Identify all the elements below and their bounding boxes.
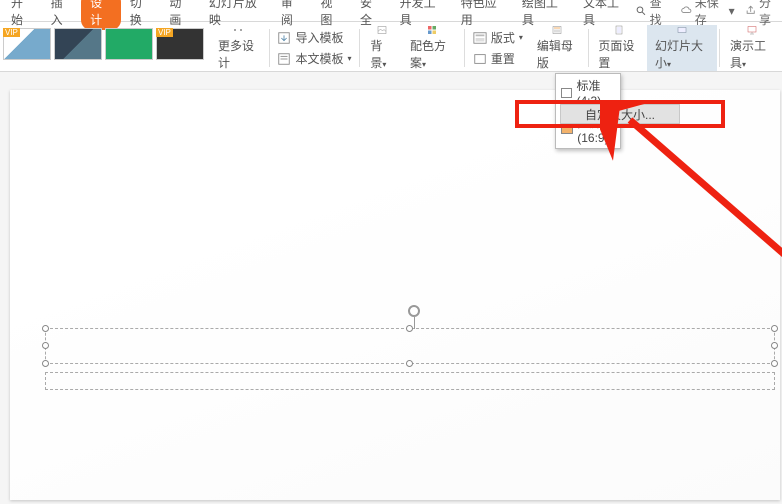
- present-icon: [743, 25, 761, 35]
- template-thumb-1[interactable]: [3, 28, 51, 60]
- layout-icon: [473, 31, 487, 45]
- share-button[interactable]: 分享: [745, 0, 780, 28]
- separator: [359, 29, 360, 67]
- reset-icon: [473, 52, 487, 66]
- reset-label: 重置: [491, 50, 515, 67]
- resize-handle[interactable]: [406, 325, 413, 332]
- edit-master-label: 编辑母版: [537, 37, 578, 71]
- resize-handle[interactable]: [42, 360, 49, 367]
- background-button[interactable]: 背景▾: [362, 25, 402, 71]
- layout-button[interactable]: 版式▾: [473, 29, 523, 46]
- template-thumb-2[interactable]: [54, 28, 102, 60]
- more-designs-label: 更多设计: [218, 37, 259, 71]
- annotation-arrow: [600, 100, 782, 260]
- menu-bar: 开始 插入 设计 切换 动画 幻灯片放映 审阅 视图 安全 开发工具 特色应用 …: [0, 0, 782, 22]
- template-thumb-3[interactable]: [105, 28, 153, 60]
- resize-handle[interactable]: [771, 342, 778, 349]
- resize-handle[interactable]: [42, 325, 49, 332]
- reset-button[interactable]: 重置: [473, 50, 523, 67]
- title-placeholder[interactable]: [45, 328, 775, 364]
- palette-icon: [423, 25, 441, 35]
- more-designs-button[interactable]: 更多设计: [210, 25, 267, 71]
- color-scheme-button[interactable]: 配色方案▾: [402, 25, 462, 71]
- ribbon: 更多设计 导入模板 本文模板▾ 背景▾ 配色方案▾ 版式▾ 重置 编辑母版: [0, 22, 782, 72]
- layout-label: 版式: [491, 29, 515, 46]
- resize-handle[interactable]: [771, 360, 778, 367]
- menu-right: 查找 未保存▾ 分享: [635, 0, 780, 28]
- resize-handle[interactable]: [406, 360, 413, 367]
- separator: [588, 29, 589, 67]
- slide-size-icon: [673, 25, 691, 35]
- search-label: 查找: [650, 0, 671, 28]
- body-template-icon: [277, 52, 291, 66]
- save-status[interactable]: 未保存▾: [681, 0, 735, 28]
- body-template-label: 本文模板: [295, 50, 343, 67]
- save-status-label: 未保存: [695, 0, 726, 28]
- present-tools-label: 演示工具: [730, 39, 766, 70]
- template-group: 导入模板 本文模板▾: [271, 25, 357, 71]
- background-icon: [373, 25, 391, 35]
- present-tools-button[interactable]: 演示工具▾: [722, 25, 782, 71]
- share-label: 分享: [759, 0, 780, 28]
- share-icon: [745, 4, 756, 17]
- background-label: 背景: [370, 39, 382, 70]
- separator: [464, 29, 465, 67]
- separator: [269, 29, 270, 67]
- slide-size-button[interactable]: 幻灯片大小▾: [647, 25, 717, 71]
- resize-handle[interactable]: [771, 325, 778, 332]
- template-thumb-4[interactable]: [156, 28, 204, 60]
- slide-size-label: 幻灯片大小: [655, 39, 703, 70]
- page-setup-button[interactable]: 页面设置: [590, 25, 647, 71]
- import-icon: [277, 31, 291, 45]
- body-template-button[interactable]: 本文模板▾: [277, 50, 351, 67]
- subtitle-placeholder[interactable]: [45, 372, 775, 390]
- page-setup-label: 页面设置: [598, 37, 639, 71]
- edit-master-button[interactable]: 编辑母版: [529, 25, 586, 71]
- resize-handle[interactable]: [42, 342, 49, 349]
- layout-group: 版式▾ 重置: [467, 25, 529, 71]
- grid-icon: [230, 25, 246, 35]
- search-icon: [635, 4, 646, 17]
- cloud-icon: [681, 4, 692, 17]
- aspect-4-3-icon: [561, 88, 572, 98]
- page-setup-icon: [610, 25, 628, 35]
- import-template-label: 导入模板: [295, 29, 343, 46]
- import-template-button[interactable]: 导入模板: [277, 29, 351, 46]
- separator: [719, 29, 720, 67]
- template-gallery: [0, 25, 210, 71]
- edit-master-icon: [548, 25, 566, 35]
- search-button[interactable]: 查找: [635, 0, 670, 28]
- color-scheme-label: 配色方案: [410, 39, 446, 70]
